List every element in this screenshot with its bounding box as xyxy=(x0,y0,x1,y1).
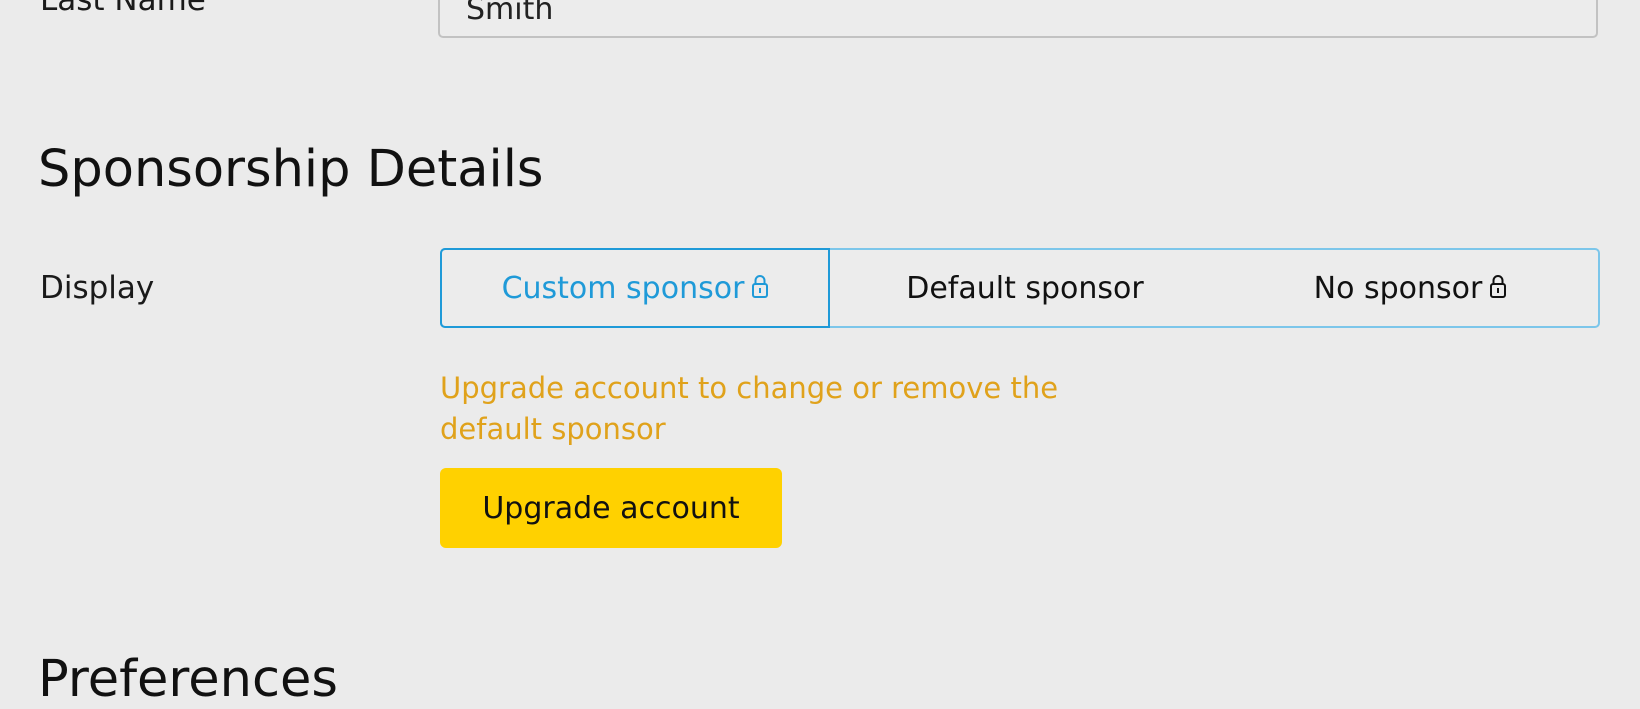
sponsor-display-selector: Custom sponsor Default sponsor No sponso… xyxy=(440,248,1600,328)
last-name-label: Last Name xyxy=(40,0,206,18)
lock-icon xyxy=(1490,271,1507,306)
upgrade-warning-message: Upgrade account to change or remove the … xyxy=(440,371,1059,446)
upgrade-account-button[interactable]: Upgrade account xyxy=(440,468,782,548)
default-sponsor-option[interactable]: Default sponsor xyxy=(830,248,1220,328)
lock-icon xyxy=(752,271,769,306)
custom-sponsor-label: Custom sponsor xyxy=(501,270,745,306)
display-label: Display xyxy=(40,270,155,306)
sponsorship-section-title: Sponsorship Details xyxy=(38,140,544,199)
no-sponsor-label: No sponsor xyxy=(1313,270,1483,306)
default-sponsor-label: Default sponsor xyxy=(906,270,1144,306)
custom-sponsor-option[interactable]: Custom sponsor xyxy=(440,248,830,328)
no-sponsor-option[interactable]: No sponsor xyxy=(1220,248,1600,328)
last-name-input[interactable] xyxy=(438,0,1598,38)
